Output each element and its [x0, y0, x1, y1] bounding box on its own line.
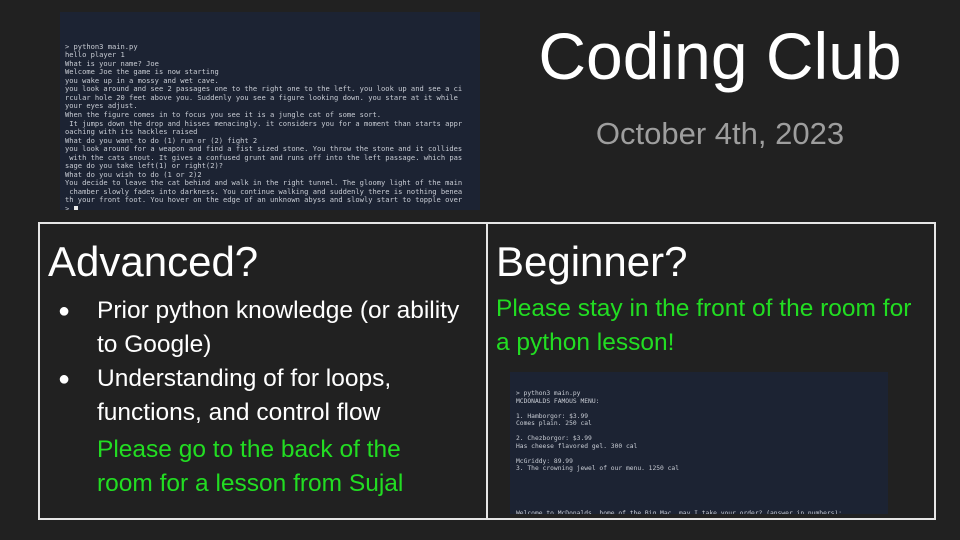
bullet-dot-icon: ●	[58, 368, 71, 390]
terminal-line: 2. Chezborgor: $3.99	[516, 435, 592, 442]
bullet-dot-icon: ●	[58, 300, 71, 322]
terminal-line: >	[65, 204, 480, 210]
terminal-toolbar	[455, 16, 475, 24]
advanced-note: Please go to the back of the room for a l…	[97, 436, 404, 497]
terminal-line: 3. The crowning jewel of our menu. 1250 …	[516, 465, 680, 472]
trash-icon[interactable]	[467, 16, 475, 24]
beginner-note: Please stay in the front of the room for…	[496, 295, 912, 356]
terminal-line: 1. Hamborgor: $3.99	[516, 412, 589, 420]
terminal-line: Has cheese flavored gel. 300 cal	[516, 442, 638, 450]
terminal-line: th your front foot. You hover on the edg…	[65, 195, 463, 205]
terminal-line: > python3 main.py	[65, 41, 138, 51]
text-cursor	[73, 205, 78, 210]
advanced-panel: Advanced? ● Prior python knowledge (or ab…	[38, 222, 488, 520]
terminal-screenshot-game: > python3 main.py hello player 1 What is y…	[60, 12, 480, 210]
terminal-output: > python3 main.py MCDONALDS FAMOUS MENU: …	[516, 390, 888, 514]
terminal-line: McGriddy: 89.99	[516, 457, 573, 465]
advanced-bullets: ● Prior python knowledge (or ability to G…	[56, 294, 486, 430]
bullet-item: ● Prior python knowledge (or ability to G…	[56, 294, 486, 362]
bullet-item: ● Understanding of for loops, functions, …	[56, 362, 486, 430]
advanced-heading: Advanced?	[48, 238, 259, 285]
terminal-line: MCDONALDS FAMOUS MENU:	[516, 397, 600, 405]
slide-title: Coding Club	[538, 19, 902, 93]
bullet-text: Prior python knowledge (or ability to Go…	[97, 297, 460, 358]
beginner-heading: Beginner?	[496, 238, 688, 285]
terminal-line: Comes plain. 250 cal	[516, 420, 592, 427]
terminal-output: > python3 main.py hello player 1 What is y…	[65, 41, 480, 210]
terminal-line: > python3 main.py	[516, 390, 581, 397]
terminal-screenshot-menu: > python3 main.py MCDONALDS FAMOUS MENU: …	[510, 372, 888, 514]
slide: { "terminal_top": { "lines": [ "> python…	[0, 0, 960, 540]
search-icon[interactable]	[455, 16, 463, 24]
slide-date: October 4th, 2023	[595, 116, 845, 151]
bullet-text: Understanding of for loops, functions, a…	[97, 365, 392, 426]
terminal-line: Welcome to McDonalds, home of the Big Ma…	[516, 510, 843, 514]
